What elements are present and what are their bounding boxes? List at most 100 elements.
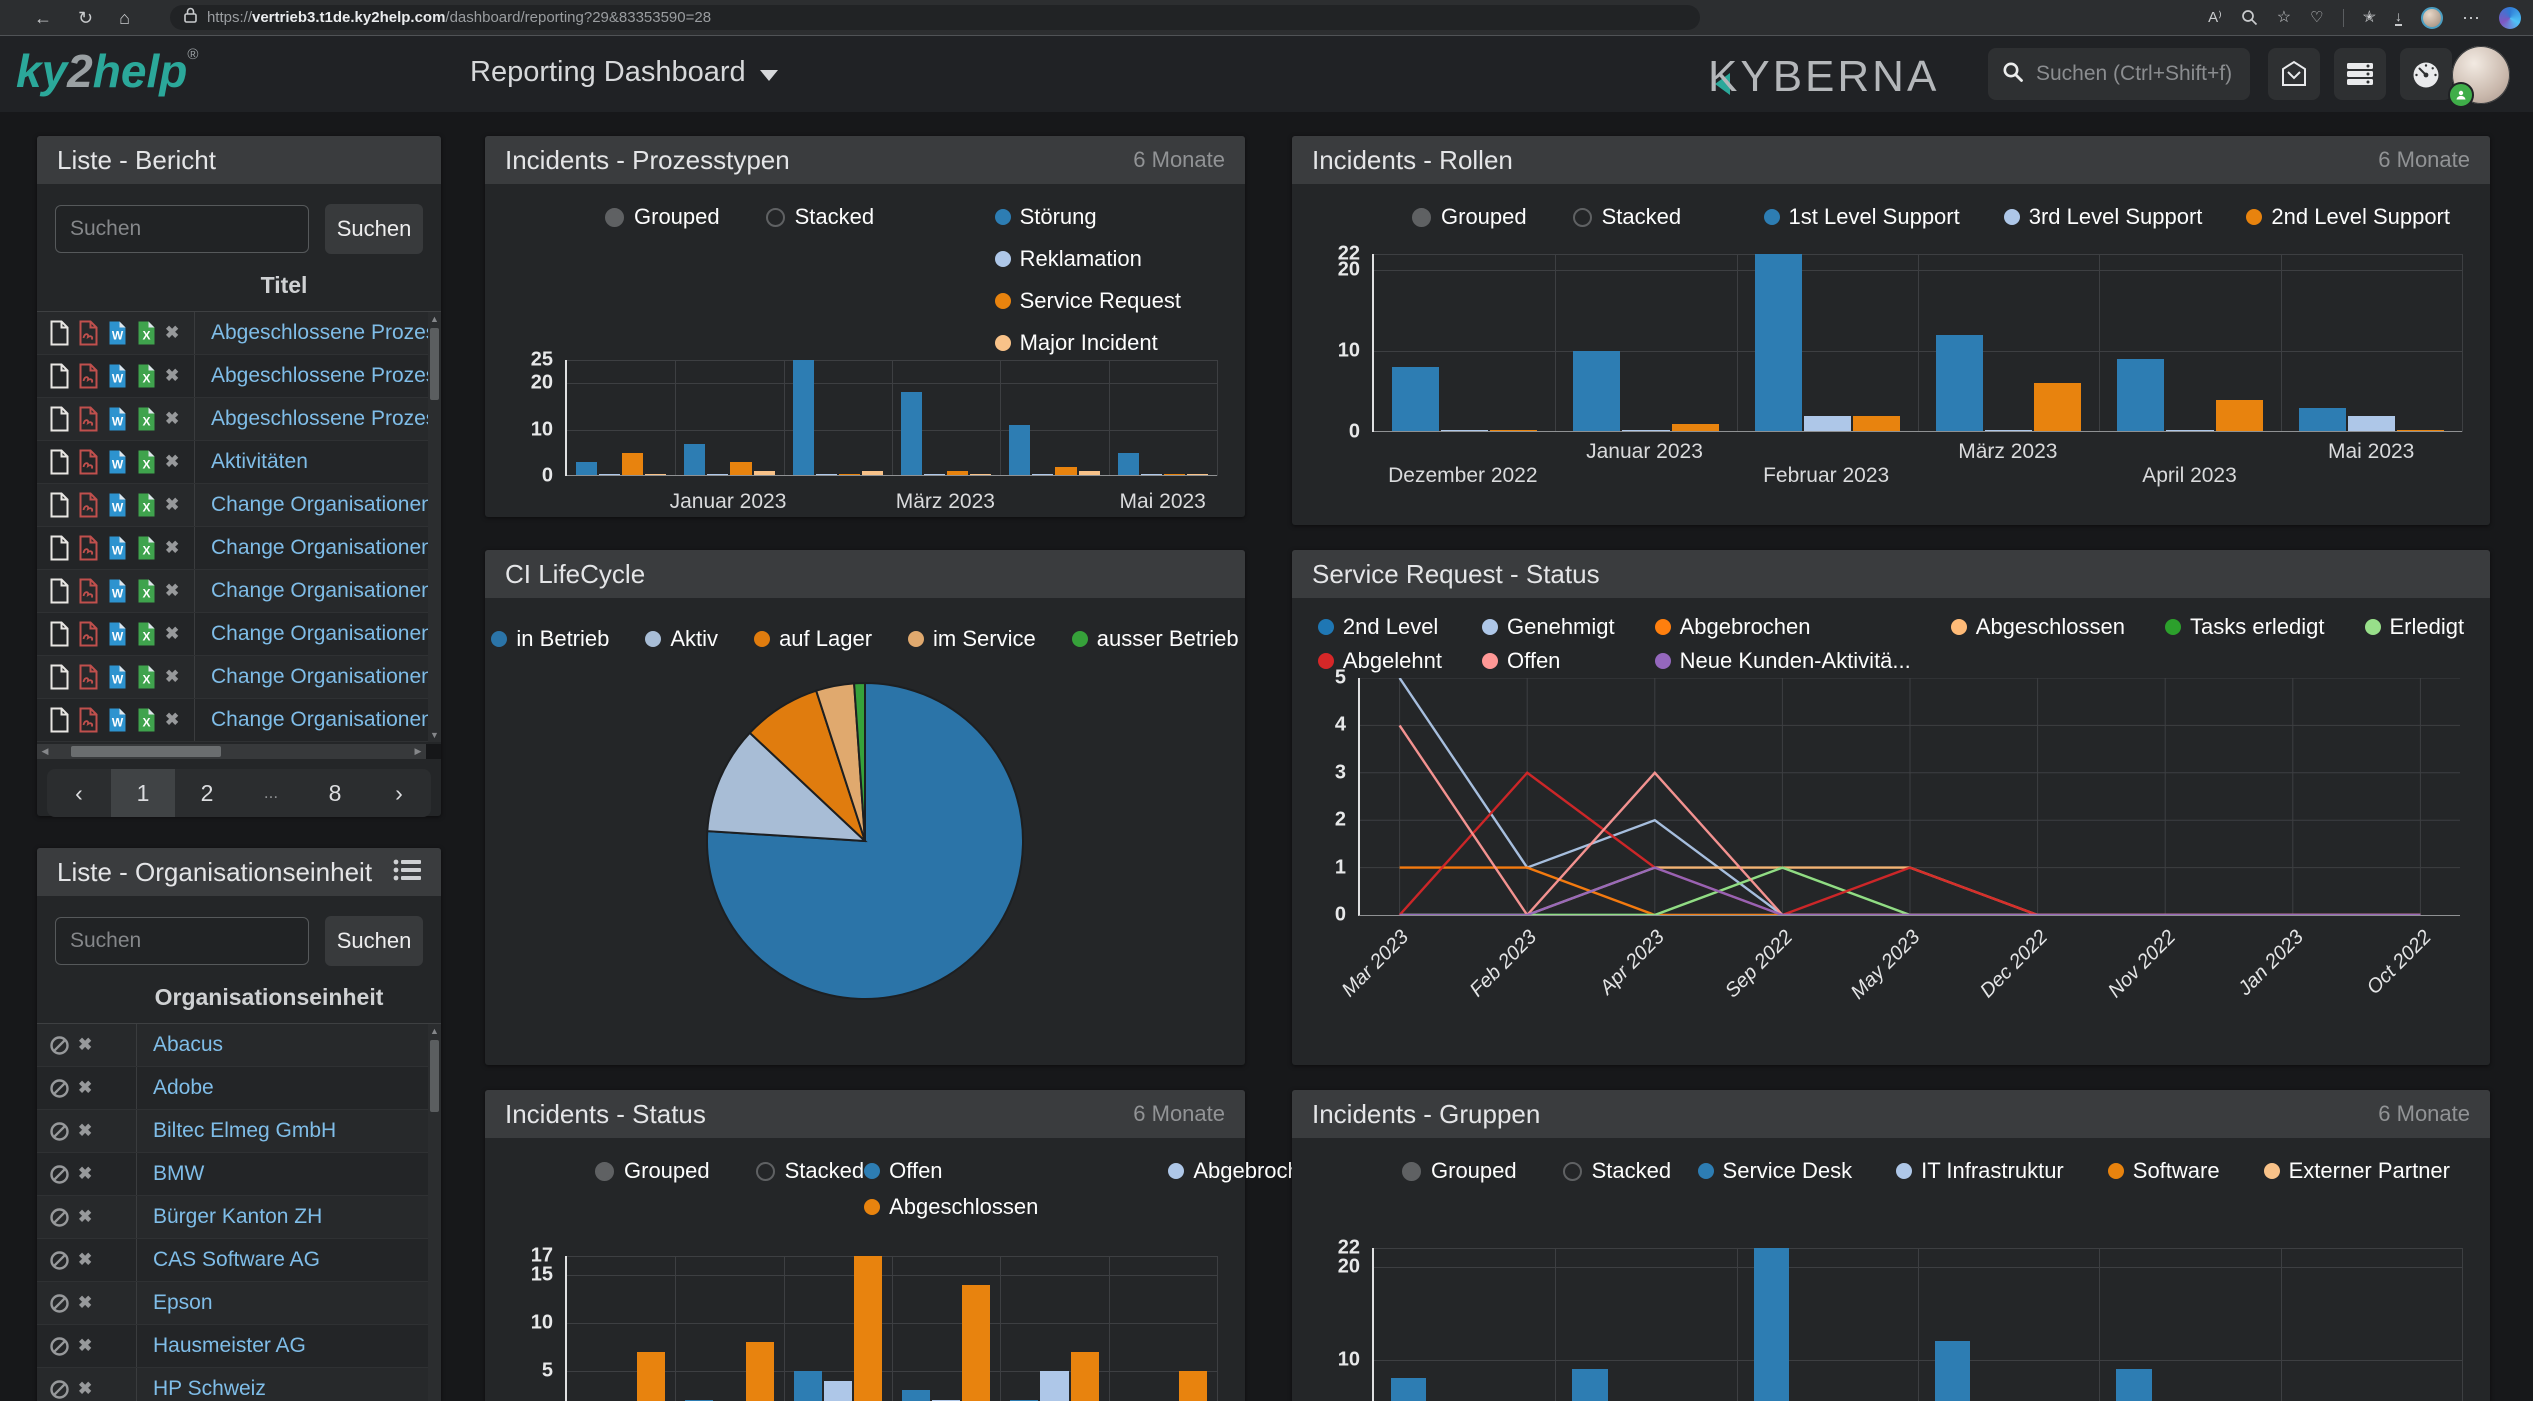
legend-item[interactable]: 3rd Level Support (2004, 204, 2203, 230)
legend-item[interactable]: Reklamation (995, 246, 1181, 272)
essentials-icon[interactable]: ♡ (2310, 10, 2323, 25)
row-link[interactable]: Bürger Kanton ZH (137, 1205, 441, 1229)
delete-icon[interactable]: ✖ (165, 710, 179, 730)
legend-item[interactable]: in Betrieb (491, 626, 609, 652)
page-prev[interactable]: ‹ (47, 769, 111, 817)
file-excel-icon[interactable]: X (136, 707, 157, 733)
file-icon[interactable] (49, 707, 70, 733)
file-word-icon[interactable]: W (107, 621, 128, 647)
file-pdf-icon[interactable] (78, 406, 99, 432)
legend-item[interactable]: Offen (1482, 648, 1615, 674)
legend-item[interactable]: ausser Betrieb (1072, 626, 1239, 652)
dashboard-menu[interactable]: Reporting Dashboard (470, 56, 778, 89)
delete-icon[interactable]: ✖ (165, 538, 179, 558)
add-favorite-icon[interactable]: ☆ (2277, 10, 2291, 26)
legend-item[interactable]: im Service (908, 626, 1036, 652)
scroll-up-icon[interactable]: ▲ (428, 1026, 441, 1036)
more-icon[interactable]: ⋯ (2462, 9, 2480, 27)
file-excel-icon[interactable]: X (136, 449, 157, 475)
bericht-vertical-scrollbar[interactable]: ▲ ▼ (428, 312, 441, 742)
legend-item[interactable]: Abgebrochen (1655, 614, 1911, 640)
block-icon[interactable] (49, 1121, 70, 1142)
legend-item[interactable]: 1st Level Support (1764, 204, 1960, 230)
scroll-left-icon[interactable]: ◀ (37, 744, 53, 759)
org-search-button[interactable]: Suchen (325, 916, 423, 966)
block-icon[interactable] (49, 1250, 70, 1271)
delete-icon[interactable]: ✖ (78, 1164, 92, 1184)
file-pdf-icon[interactable] (78, 535, 99, 561)
downloads-icon[interactable]: ↓ (2395, 9, 2402, 26)
row-link[interactable]: Abacus (137, 1033, 441, 1057)
address-bar[interactable]: https://vertrieb3.t1de.ky2help.com/dashb… (170, 5, 1700, 30)
file-excel-icon[interactable]: X (136, 320, 157, 346)
global-search[interactable] (1988, 48, 2250, 100)
delete-icon[interactable]: ✖ (165, 323, 179, 343)
file-word-icon[interactable]: W (107, 707, 128, 733)
legend-item[interactable]: Externer Partner (2264, 1158, 2450, 1184)
file-pdf-icon[interactable] (78, 664, 99, 690)
block-icon[interactable] (49, 1078, 70, 1099)
file-excel-icon[interactable]: X (136, 621, 157, 647)
delete-icon[interactable]: ✖ (165, 624, 179, 644)
file-pdf-icon[interactable] (78, 578, 99, 604)
ky2help-logo[interactable]: ky2help® (16, 44, 198, 98)
row-link[interactable]: Epson (137, 1291, 441, 1315)
row-link[interactable]: Adobe (137, 1076, 441, 1100)
file-excel-icon[interactable]: X (136, 492, 157, 518)
row-link[interactable]: Biltec Elmeg GmbH (137, 1119, 441, 1143)
legend-item[interactable]: Service Request (995, 288, 1181, 314)
block-icon[interactable] (49, 1035, 70, 1056)
delete-icon[interactable]: ✖ (78, 1078, 92, 1098)
file-word-icon[interactable]: W (107, 492, 128, 518)
radio-grouped[interactable]: Grouped (1402, 1158, 1517, 1184)
delete-icon[interactable]: ✖ (78, 1035, 92, 1055)
scrollbar-thumb[interactable] (71, 746, 221, 757)
delete-icon[interactable]: ✖ (165, 409, 179, 429)
radio-grouped[interactable]: Grouped (1412, 204, 1527, 230)
delete-icon[interactable]: ✖ (165, 495, 179, 515)
file-word-icon[interactable]: W (107, 406, 128, 432)
row-link[interactable]: Abgeschlossene Prozess (195, 364, 441, 388)
list-icon[interactable] (393, 858, 421, 887)
legend-item[interactable]: Neue Kunden-Aktivitä... (1655, 648, 1911, 674)
legend-item[interactable]: Störung (995, 204, 1181, 230)
file-excel-icon[interactable]: X (136, 535, 157, 561)
legend-item[interactable]: Aktiv (645, 626, 718, 652)
delete-icon[interactable]: ✖ (78, 1207, 92, 1227)
legend-item[interactable]: Abgeschlossen (1951, 614, 2125, 640)
row-link[interactable]: CAS Software AG (137, 1248, 441, 1272)
copilot-icon[interactable] (2499, 7, 2521, 29)
delete-icon[interactable]: ✖ (165, 452, 179, 472)
legend-item[interactable]: Offen (864, 1158, 1038, 1184)
row-link[interactable]: HP Schweiz (137, 1377, 441, 1401)
block-icon[interactable] (49, 1164, 70, 1185)
legend-item[interactable]: Software (2108, 1158, 2220, 1184)
file-word-icon[interactable]: W (107, 664, 128, 690)
org-vertical-scrollbar[interactable]: ▲ (428, 1024, 441, 1401)
file-word-icon[interactable]: W (107, 320, 128, 346)
file-word-icon[interactable]: W (107, 449, 128, 475)
page-8[interactable]: 8 (303, 769, 367, 817)
queue-button[interactable] (2334, 48, 2386, 100)
scroll-down-icon[interactable]: ▼ (428, 730, 441, 740)
scroll-right-icon[interactable]: ▶ (410, 744, 426, 759)
file-word-icon[interactable]: W (107, 578, 128, 604)
scrollbar-thumb[interactable] (430, 328, 439, 400)
file-icon[interactable] (49, 578, 70, 604)
scroll-up-icon[interactable]: ▲ (428, 314, 441, 324)
delete-icon[interactable]: ✖ (78, 1379, 92, 1399)
back-icon[interactable]: ← (34, 9, 52, 27)
row-link[interactable]: Change Organisationen _ (195, 579, 441, 603)
radio-grouped[interactable]: Grouped (595, 1158, 710, 1184)
user-avatar[interactable] (2452, 46, 2510, 104)
bericht-search-input[interactable] (55, 205, 309, 253)
file-icon[interactable] (49, 320, 70, 346)
delete-icon[interactable]: ✖ (165, 667, 179, 687)
block-icon[interactable] (49, 1379, 70, 1400)
file-word-icon[interactable]: W (107, 535, 128, 561)
legend-item[interactable]: Service Desk (1698, 1158, 1853, 1184)
file-excel-icon[interactable]: X (136, 664, 157, 690)
favorites-bar-icon[interactable]: ✭ (2363, 10, 2376, 26)
file-excel-icon[interactable]: X (136, 406, 157, 432)
home-icon[interactable]: ⌂ (119, 9, 130, 27)
